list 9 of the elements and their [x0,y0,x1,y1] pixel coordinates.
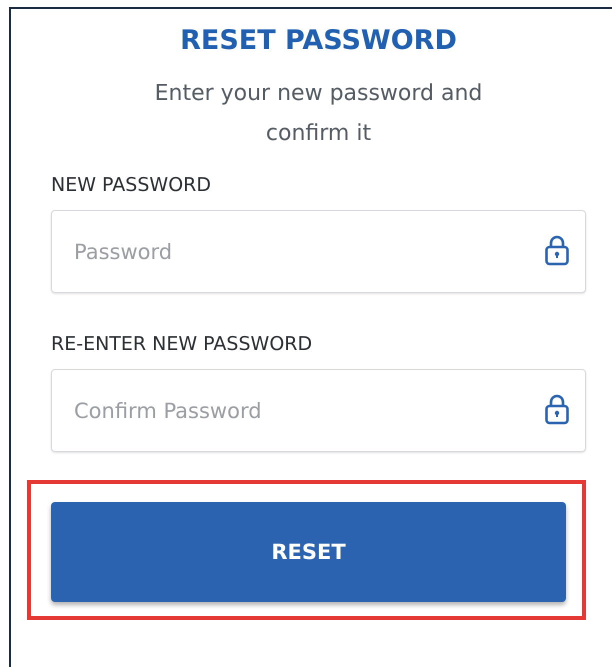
instruction-text: Enter your new password and confirm it [154,80,484,148]
lock-icon [544,394,570,426]
password-field[interactable]: Confirm Password [51,369,586,452]
field-label: NEW PASSWORD [51,174,212,196]
password-field[interactable]: Password [51,210,586,293]
field-label: RE-ENTER NEW PASSWORD [51,333,314,355]
reset-button[interactable]: RESET [51,502,566,602]
lock-icon [544,235,570,267]
page-title: RESET PASSWORD [179,25,458,56]
